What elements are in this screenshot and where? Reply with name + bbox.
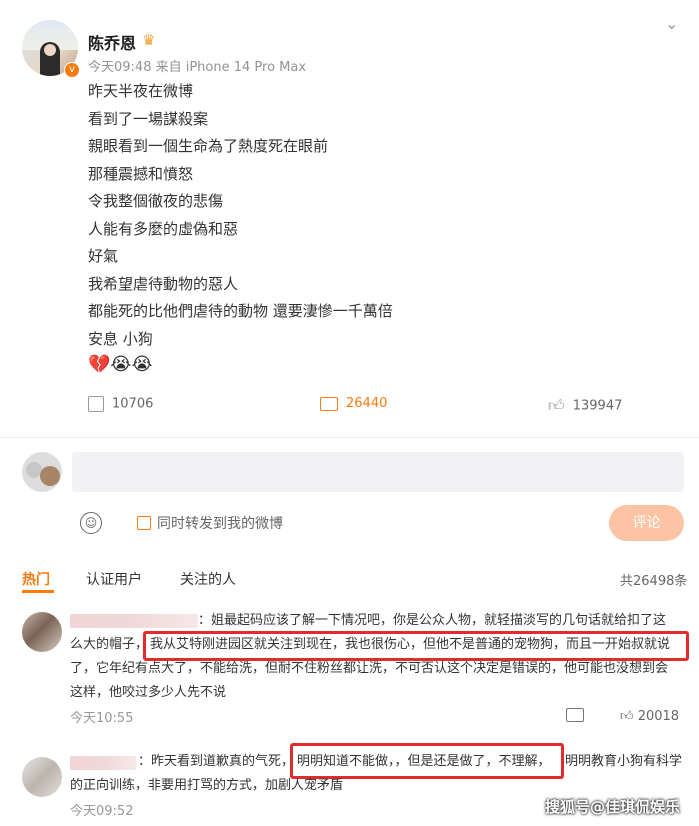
comment-button[interactable]: 26440 bbox=[320, 396, 387, 411]
comment-text-line: 明明教育小狗有科学 bbox=[565, 754, 683, 769]
tab-active-indicator bbox=[22, 590, 54, 593]
watermark: 搜狐号@佳琪侃娱乐 bbox=[545, 798, 681, 816]
comment-time: 今天10:55 bbox=[70, 711, 134, 726]
comment-text-line: 么大的帽子， bbox=[70, 637, 149, 652]
comment-text-line: 这样，他咬过多少人先不说 bbox=[70, 685, 227, 700]
post-text-line: 我希望虐待動物的惡人 bbox=[88, 274, 239, 293]
comment-count: 26440 bbox=[346, 396, 388, 411]
like-button[interactable]: 👍︎ 139947 bbox=[548, 396, 622, 416]
post-text-line: 好氣 bbox=[88, 247, 119, 265]
comment-time: 今天09:52 bbox=[70, 804, 134, 819]
author-name[interactable]: 陈乔恩 bbox=[88, 30, 136, 54]
comment-icon bbox=[320, 396, 338, 411]
post-text-line: 令我整個徹夜的悲傷 bbox=[88, 192, 224, 210]
tab-following[interactable]: 关注的人 bbox=[180, 569, 236, 589]
like-count: 139947 bbox=[572, 398, 623, 414]
post-text-line: 看到了一場謀殺案 bbox=[88, 109, 209, 128]
total-comments: 共26498条 bbox=[620, 574, 688, 589]
comment-input[interactable] bbox=[72, 452, 684, 492]
post-text-line: 都能死的比他們虐待的動物 還要淒慘一千萬倍 bbox=[88, 302, 393, 320]
chevron-down-icon[interactable]: ⌄ bbox=[665, 14, 678, 33]
thumbs-up-icon: 👍︎ bbox=[620, 709, 638, 724]
commenter-avatar[interactable] bbox=[22, 612, 62, 652]
post-emojis: 💔😭😭 bbox=[88, 354, 153, 375]
thumbs-up-icon: 👍︎ bbox=[548, 396, 565, 415]
tab-verified-users[interactable]: 认证用户 bbox=[86, 569, 142, 589]
post-text-line: 人能有多麼的虛偽和惡 bbox=[88, 219, 239, 238]
crown-icon: ♛ bbox=[142, 31, 156, 49]
emoji-icon[interactable]: ☺ bbox=[80, 512, 102, 534]
verified-badge-icon: v bbox=[64, 62, 80, 78]
commenter-avatar[interactable] bbox=[22, 757, 62, 797]
post-meta: 今天09:48 来自 iPhone 14 Pro Max bbox=[88, 60, 307, 75]
repost-button[interactable]: 10706 bbox=[88, 396, 153, 412]
repost-checkbox[interactable] bbox=[137, 516, 151, 530]
submit-comment-button[interactable]: 评论 bbox=[609, 505, 684, 541]
comment-like-button[interactable]: 👍︎ 20018 bbox=[620, 709, 679, 724]
commenter-name-blurred[interactable] bbox=[70, 756, 136, 770]
repost-count: 10706 bbox=[112, 396, 154, 412]
tab-hot[interactable]: 热门 bbox=[22, 569, 50, 589]
commenter-name-blurred[interactable] bbox=[70, 614, 198, 628]
comment-like-count: 20018 bbox=[637, 709, 680, 724]
comment-text-line: ：昨天看到道歉真的气死， bbox=[138, 754, 295, 769]
post-text-line: 親眼看到一個生命為了熱度死在眼前 bbox=[88, 137, 329, 155]
post-text-line: 安息 小狗 bbox=[88, 329, 153, 348]
post-text-line: 昨天半夜在微博 bbox=[88, 82, 194, 100]
comment-text-line: 的正向训练，非要用打骂的方式，加剧人宠矛盾 bbox=[70, 778, 344, 793]
repost-checkbox-label: 同时转发到我的微博 bbox=[157, 516, 283, 532]
reply-icon[interactable] bbox=[566, 708, 584, 722]
post-text-line: 那種震撼和憤怒 bbox=[88, 164, 194, 183]
repost-icon bbox=[88, 396, 104, 412]
divider bbox=[0, 437, 699, 438]
comment-text-line: 了，它年纪有点大了，不能给洗，但耐不住粉丝都让洗，不可否认这个决定是错误的，他可… bbox=[70, 661, 669, 676]
current-user-avatar bbox=[22, 452, 62, 492]
comment-text-line: ：姐最起码应该了解一下情况吧，你是公众人物，就轻描淡写的几句话就给扣了这 bbox=[198, 613, 667, 628]
